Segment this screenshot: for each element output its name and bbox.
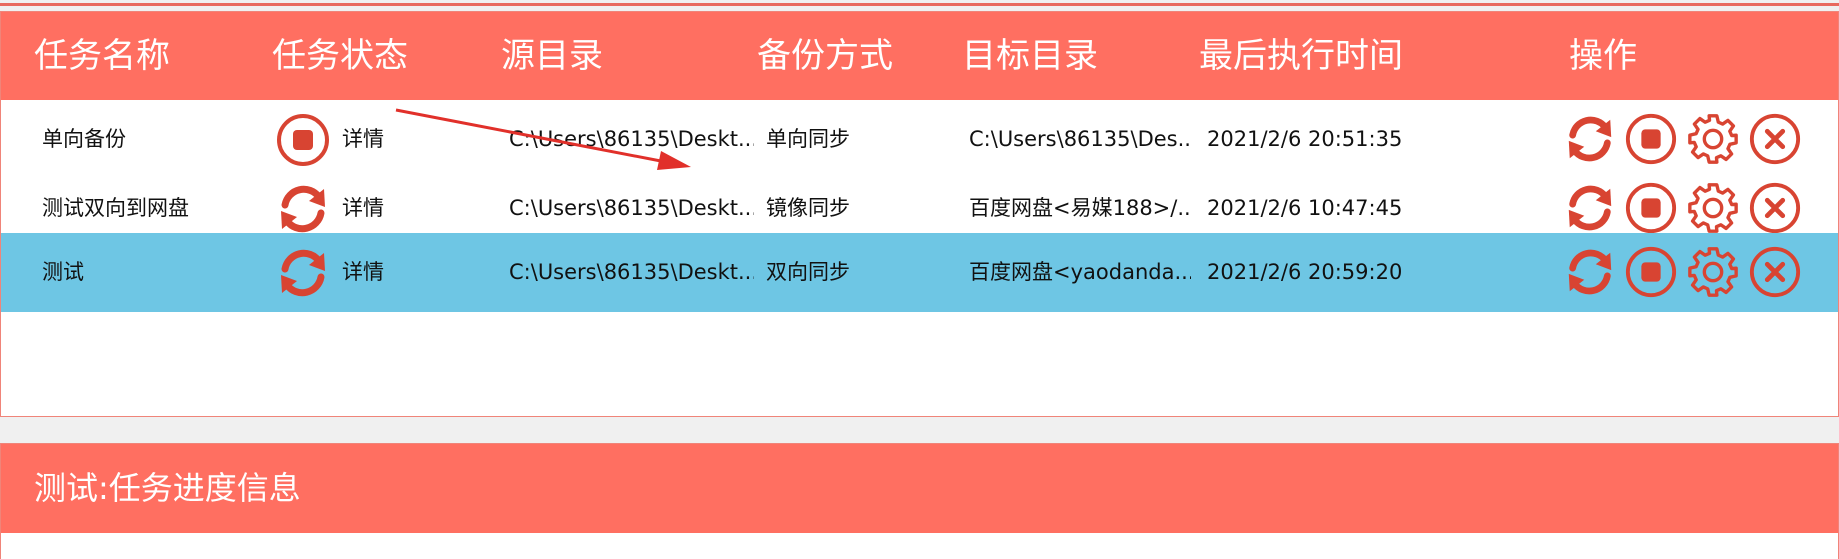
column-header-target-dir: 目标目录 xyxy=(962,36,1098,76)
backup-mode: 双向同步 xyxy=(766,260,850,284)
run-sync-button[interactable] xyxy=(1563,112,1617,166)
stop-circle-icon xyxy=(1624,245,1678,299)
column-header-task-status: 任务状态 xyxy=(272,36,408,76)
stop-circle-icon[interactable] xyxy=(275,112,331,168)
delete-button[interactable] xyxy=(1748,112,1802,166)
stop-button[interactable] xyxy=(1624,181,1678,235)
task-row[interactable]: 测试 详情 C:\Users\86135\Deskt... 双向同步 百度网盘<… xyxy=(1,233,1838,312)
delete-button[interactable] xyxy=(1748,245,1802,299)
sync-icon xyxy=(1563,112,1617,166)
run-sync-button[interactable] xyxy=(1563,181,1617,235)
detail-link[interactable]: 详情 xyxy=(342,100,384,179)
stop-button[interactable] xyxy=(1624,112,1678,166)
column-header-last-run: 最后执行时间 xyxy=(1199,36,1403,76)
column-header-backup-mode: 备份方式 xyxy=(757,36,893,76)
column-header-task-name: 任务名称 xyxy=(34,36,170,76)
task-table-header: 任务名称 任务状态 源目录 备份方式 目标目录 最后执行时间 操作 xyxy=(1,12,1838,100)
task-row[interactable]: 单向备份 详情 C:\Users\86135\Deskt... 单向同步 C:\… xyxy=(1,100,1838,179)
last-run-time: 2021/2/6 20:59:20 xyxy=(1207,260,1403,284)
source-dir: C:\Users\86135\Deskt... xyxy=(509,127,754,151)
stop-circle-icon xyxy=(1624,112,1678,166)
backup-mode: 单向同步 xyxy=(766,127,850,151)
progress-title: 测试:任务进度信息 xyxy=(34,469,301,507)
detail-link[interactable]: 详情 xyxy=(342,233,384,312)
stop-circle-icon xyxy=(1624,181,1678,235)
gear-icon xyxy=(1686,112,1740,166)
window-top-border xyxy=(0,0,1839,6)
column-header-actions: 操作 xyxy=(1569,36,1637,76)
sync-icon xyxy=(1563,181,1617,235)
progress-header: 测试:任务进度信息 xyxy=(1,444,1838,533)
task-name: 测试 xyxy=(42,260,84,284)
settings-button[interactable] xyxy=(1686,245,1740,299)
run-sync-button[interactable] xyxy=(1563,245,1617,299)
task-progress-panel: 测试:任务进度信息 xyxy=(0,443,1839,559)
stop-button[interactable] xyxy=(1624,245,1678,299)
target-dir: 百度网盘<yaodanda... xyxy=(969,260,1191,284)
settings-button[interactable] xyxy=(1686,181,1740,235)
delete-button[interactable] xyxy=(1748,181,1802,235)
settings-button[interactable] xyxy=(1686,112,1740,166)
task-name: 单向备份 xyxy=(42,127,126,151)
gear-icon xyxy=(1686,245,1740,299)
target-dir: C:\Users\86135\Des... xyxy=(969,127,1191,151)
close-circle-icon xyxy=(1748,181,1802,235)
task-list-panel: 任务名称 任务状态 源目录 备份方式 目标目录 最后执行时间 操作 单向备份 详… xyxy=(0,11,1839,417)
close-circle-icon xyxy=(1748,245,1802,299)
sync-icon[interactable] xyxy=(275,181,331,237)
sync-icon xyxy=(1563,245,1617,299)
sync-icon[interactable] xyxy=(275,245,331,301)
last-run-time: 2021/2/6 20:51:35 xyxy=(1207,127,1403,151)
close-circle-icon xyxy=(1748,112,1802,166)
gear-icon xyxy=(1686,181,1740,235)
source-dir: C:\Users\86135\Deskt... xyxy=(509,260,754,284)
column-header-source-dir: 源目录 xyxy=(501,36,603,76)
